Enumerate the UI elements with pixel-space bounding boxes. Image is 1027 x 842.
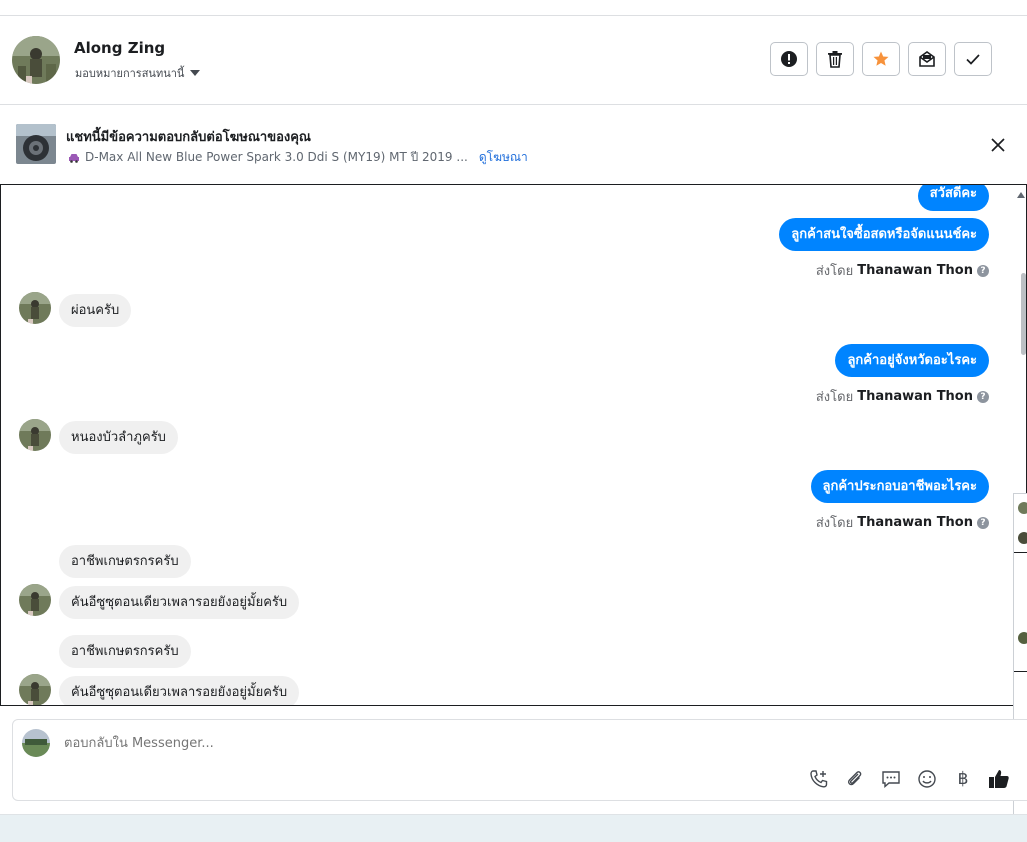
contact-avatar-small [19,419,51,451]
ad-reply-banner: แชทนี้มีข้อความตอบกลับต่อโฆษณาของคุณ D-M… [0,105,1027,184]
close-banner-button[interactable] [988,135,1008,155]
conversation-actions [770,42,992,76]
composer-toolbar: ฿ [808,768,1010,790]
sent-by-agent: Thanawan Thon [857,515,973,530]
trash-icon [828,51,842,68]
help-icon[interactable]: ? [977,390,989,403]
mark-done-button[interactable] [954,42,992,76]
sent-by-label: ส่งโดย Thanawan Thon ? [816,386,989,407]
delete-button[interactable] [816,42,854,76]
add-call-icon [810,770,828,788]
contact-avatar-small [19,584,51,616]
baht-icon: ฿ [957,769,969,789]
sent-by-prefix: ส่งโดย [815,516,854,531]
close-icon [991,138,1005,152]
star-icon [873,51,889,66]
sent-by-agent: Thanawan Thon [857,389,973,404]
ad-banner-title: แชทนี้มีข้อความตอบกลับต่อโฆษณาของคุณ [66,130,311,145]
like-button[interactable] [988,768,1010,790]
page-avatar [22,729,50,757]
saved-replies-button[interactable] [880,768,902,790]
message-thread[interactable]: สวัสดีคะ ลูกค้าสนใจซื้อสดหรือจัดแนนช์คะ … [0,184,1027,706]
incoming-message: หนองบัวลำภูครับ [59,421,178,454]
ad-banner-subtitle: D-Max All New Blue Power Spark 3.0 Ddi S… [68,148,528,167]
caret-down-icon [190,70,201,76]
emoji-icon [918,770,936,788]
emoji-button[interactable] [916,768,938,790]
contact-name[interactable]: Along Zing [74,39,165,57]
incoming-message: ผ่อนครับ [59,294,132,327]
side-avatar[interactable] [1018,502,1027,514]
mark-unread-button[interactable] [908,42,946,76]
check-icon [966,54,980,65]
sent-by-agent: Thanawan Thon [857,263,973,278]
scroll-up-arrow-icon[interactable] [1017,192,1025,198]
sent-by-prefix: ส่งโดย [815,264,854,279]
car-icon [69,153,79,163]
incoming-message: อาชีพเกษตรกรครับ [59,635,191,668]
sent-by-label: ส่งโดย Thanawan Thon ? [816,260,989,281]
help-icon[interactable]: ? [977,264,989,277]
ad-thumbnail[interactable] [16,124,56,164]
reply-composer: ฿ [12,719,1027,801]
payment-button[interactable]: ฿ [952,768,974,790]
contact-avatar-small [19,292,51,324]
outgoing-message: ลูกค้าประกอบอาชีพอะไรคะ [810,470,989,503]
incoming-message: คันอีซูซุตอนเดียวเพลารอยยังอยู่มั้ยครับ [59,586,300,619]
scrollbar-thumb[interactable] [1021,273,1026,355]
contact-avatar-small [19,674,51,705]
outgoing-message: สวัสดีคะ [917,185,989,211]
thumbs-up-icon [989,770,1009,788]
top-divider [0,0,1027,16]
help-icon[interactable]: ? [977,516,989,529]
incoming-message: คันอีซูซุตอนเดียวเพลารอยยังอยู่มั้ยครับ [59,676,300,705]
outgoing-message: ลูกค้าสนใจซื้อสดหรือจัดแนนช์คะ [779,218,989,251]
outgoing-message: ลูกค้าอยู่จังหวัดอะไรคะ [835,344,989,377]
side-avatar[interactable] [1018,632,1027,644]
envelope-icon [919,51,935,67]
saved-reply-icon [882,771,900,789]
sent-by-prefix: ส่งโดย [815,390,854,405]
assign-conversation-dropdown[interactable]: มอบหมายการสนทนานี้ [75,64,201,82]
contact-avatar[interactable] [12,36,60,84]
conversation-header: Along Zing มอบหมายการสนทนานี้ [0,16,1027,105]
assign-label: มอบหมายการสนทนานี้ [75,67,185,80]
add-call-button[interactable] [808,768,830,790]
sent-by-label: ส่งโดย Thanawan Thon ? [816,512,989,533]
ad-vehicle-name: D-Max All New Blue Power Spark 3.0 Ddi S… [85,150,468,164]
star-button[interactable] [862,42,900,76]
side-panel-selected[interactable] [1014,552,1027,672]
side-avatar[interactable] [1018,532,1027,544]
exclamation-icon [781,51,797,67]
reply-input[interactable] [62,735,766,752]
attach-file-button[interactable] [844,768,866,790]
mark-spam-button[interactable] [770,42,808,76]
view-ad-link[interactable]: ดูโฆษณา [479,148,528,167]
incoming-message: อาชีพเกษตรกรครับ [59,545,191,578]
footer-strip [0,814,1027,842]
paperclip-icon [847,771,862,786]
